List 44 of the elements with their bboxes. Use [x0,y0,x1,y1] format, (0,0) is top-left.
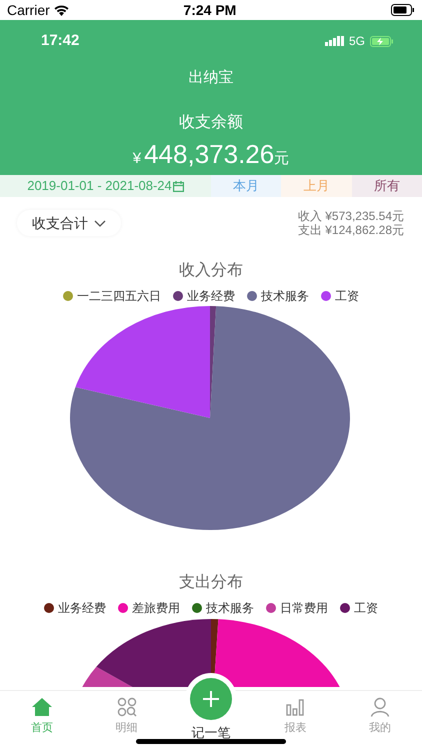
signal-icon [324,36,344,46]
battery-icon [390,4,415,16]
legend-label: 工资 [354,600,378,617]
expense-total: 支出 ¥124,862.28元 [298,223,404,237]
currency-unit: 元 [274,149,290,169]
add-record-tab[interactable]: 记一笔 [192,723,231,742]
add-button[interactable] [190,678,232,720]
charging-battery-icon [370,36,394,47]
network-label: 5G [348,33,365,50]
plus-icon [202,690,220,708]
nav-tab[interactable]: 首页 [0,691,84,750]
legend-label: 技术服务 [206,600,254,617]
date-range-button[interactable]: 2019-01-01 - 2021-08-24 [0,175,211,197]
circles-icon [116,696,137,717]
chevron-down-icon [94,220,106,226]
home-icon [31,696,54,717]
nav-tab[interactable]: 我的 [338,691,422,750]
expense-chart-title: 支出分布 [178,572,244,593]
carrier-name: Carrier [7,0,50,20]
income-chart-title: 收入分布 [178,260,244,281]
currency-symbol: ¥ [132,149,142,169]
calendar-icon [172,180,184,192]
app-title: 出纳宝 [188,68,234,88]
legend-label: 业务经费 [58,600,106,617]
legend-label: 日常费用 [280,600,328,617]
clock-time: 7:24 PM [183,0,236,20]
person-icon [370,696,390,717]
wifi-icon [54,4,69,16]
legend-label: 业务经费 [187,288,235,305]
app-clock-time: 17:42 [41,31,80,51]
period-button[interactable]: 所有 [352,175,422,197]
nav-tab[interactable]: 报表 [253,691,338,750]
legend-label: 技术服务 [261,288,309,305]
nav-tab[interactable]: 明细 [84,691,169,750]
legend-label: 工资 [335,288,359,305]
balance-label: 收支余额 [179,112,243,133]
legend-label: 差旅费用 [132,600,180,617]
legend-label: 一二三四五六日 [77,288,161,305]
total-dropdown[interactable]: 收支合计 [17,210,121,236]
income-total: 收入 ¥573,235.54元 [298,209,404,223]
period-button[interactable]: 本月 [211,175,282,197]
period-button[interactable]: 上月 [281,175,352,197]
balance-amount: 448,373.26 [144,138,274,171]
bar-chart-icon [285,696,306,717]
